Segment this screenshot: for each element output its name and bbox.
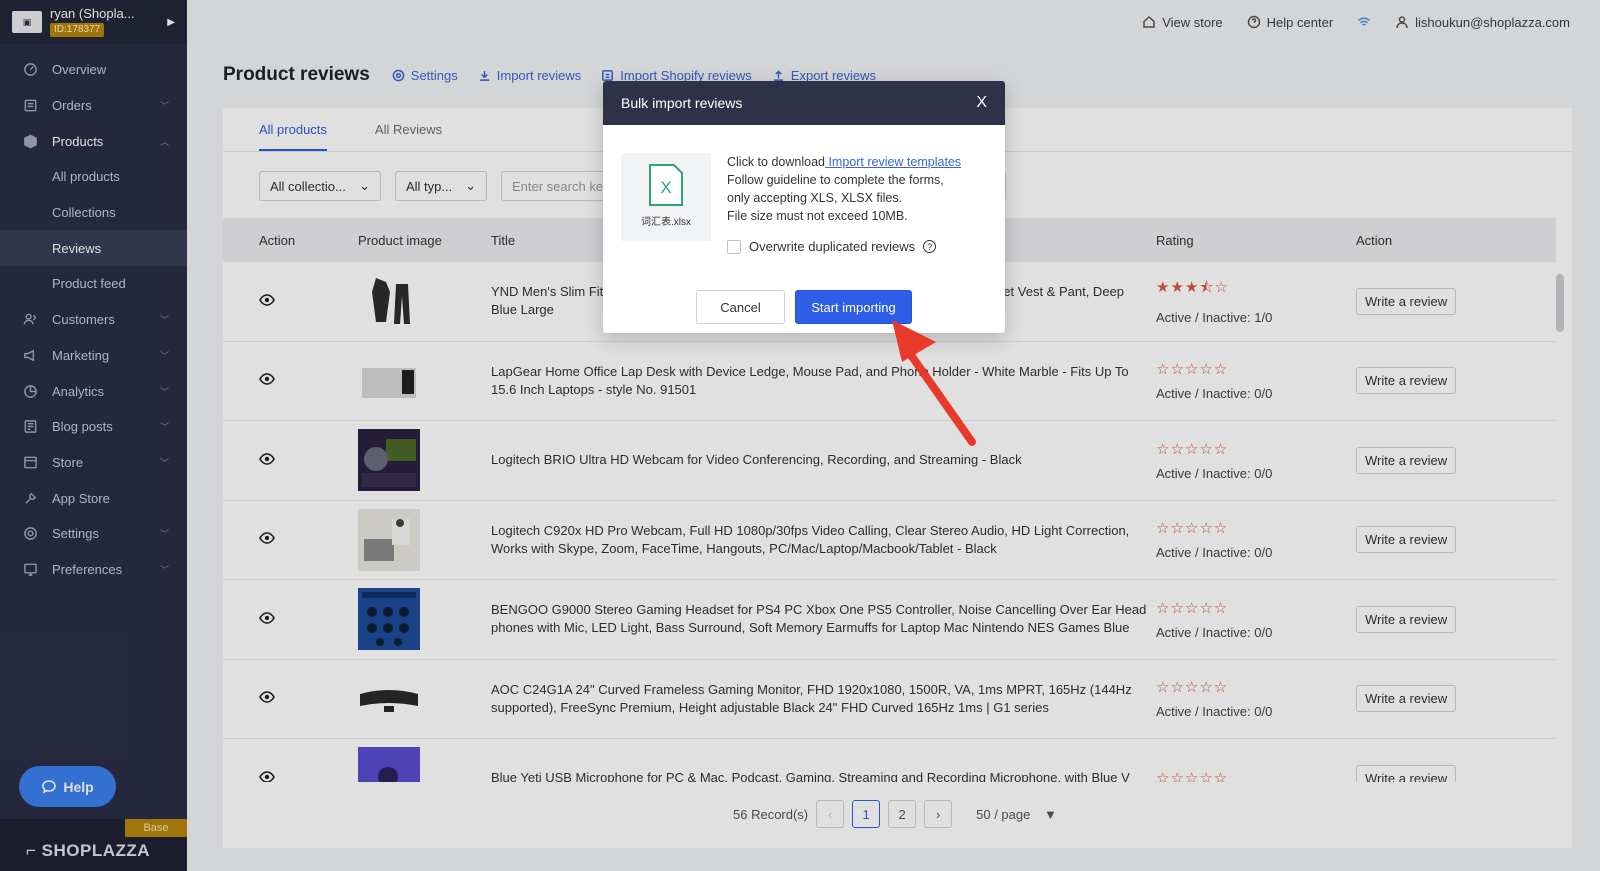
question-icon[interactable]: ? — [923, 240, 937, 253]
excel-file-icon: X — [649, 164, 683, 206]
close-icon[interactable]: X — [976, 94, 987, 112]
overwrite-option[interactable]: Overwrite duplicated reviews ? — [727, 239, 937, 254]
modal-header: Bulk import reviews X — [603, 81, 1005, 125]
file-name: 词汇表.xlsx — [641, 217, 691, 228]
modal-title: Bulk import reviews — [621, 95, 743, 111]
modal-instructions: Click to download Import review template… — [727, 155, 962, 223]
template-download-link[interactable]: Import review templates — [825, 155, 961, 169]
red-arrow-annotation — [892, 320, 976, 446]
bulk-import-modal: Bulk import reviews X X 词汇表.xlsx Click t… — [603, 81, 1005, 333]
cancel-button[interactable]: Cancel — [696, 290, 785, 324]
svg-text:X: X — [660, 178, 671, 197]
file-preview[interactable]: X 词汇表.xlsx — [621, 153, 711, 241]
overwrite-checkbox[interactable] — [727, 239, 741, 254]
